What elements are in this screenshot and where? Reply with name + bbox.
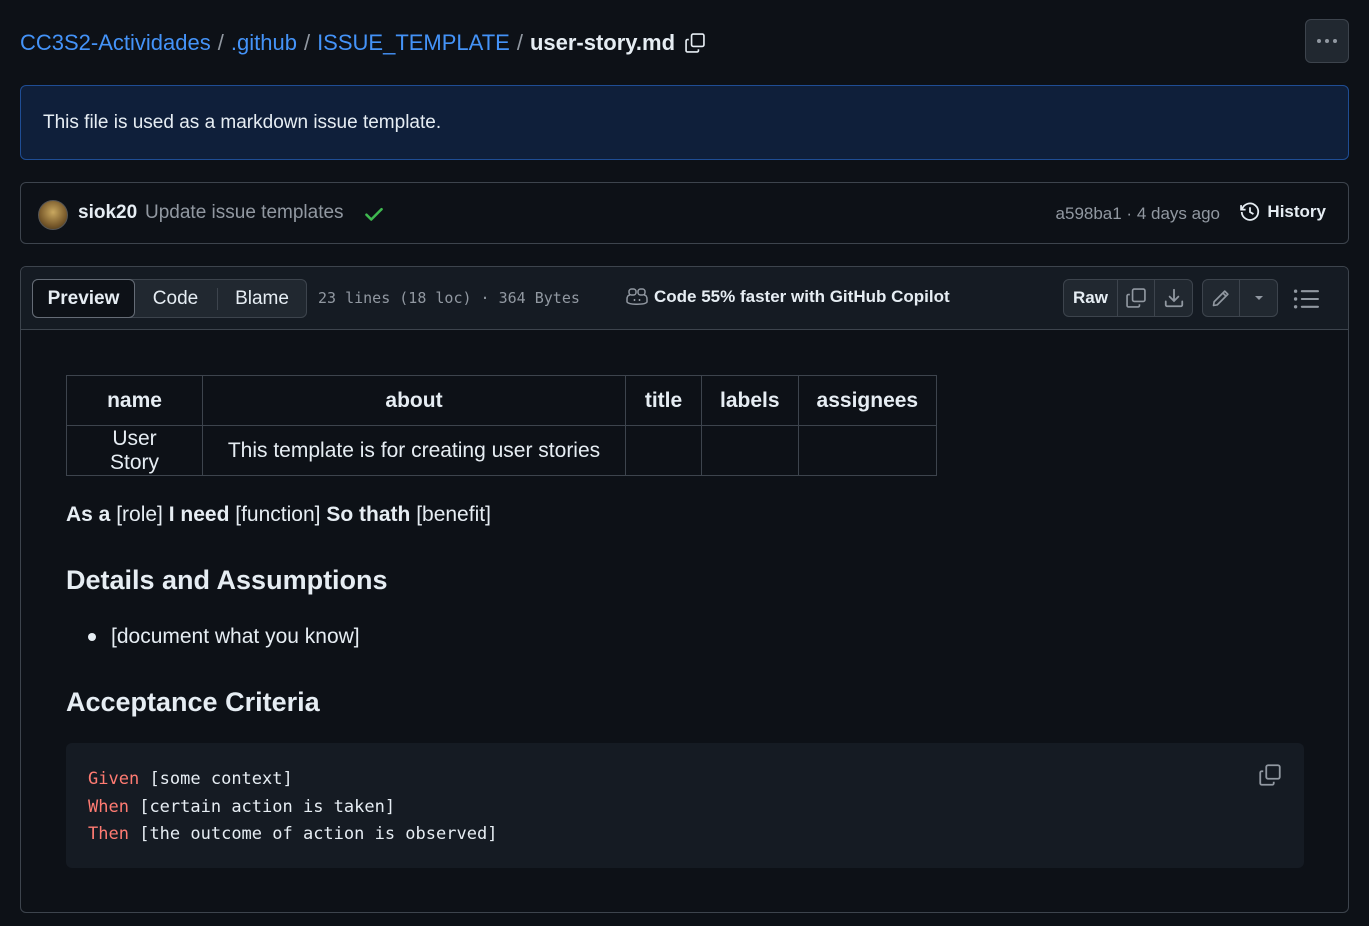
- code-keyword: Given: [88, 769, 140, 789]
- breadcrumb: CC3S2-Actividades / .github / ISSUE_TEMP…: [20, 28, 707, 58]
- check-icon[interactable]: [363, 203, 385, 225]
- breadcrumb-separator: /: [516, 30, 523, 55]
- history-button[interactable]: History: [1239, 201, 1326, 223]
- code-keyword: When: [88, 796, 129, 817]
- tab-blame[interactable]: Blame: [218, 280, 306, 317]
- copy-icon[interactable]: [1258, 763, 1282, 787]
- list-item-text: [document what you know]: [111, 625, 360, 648]
- commit-message-link[interactable]: Update issue templates: [145, 202, 344, 224]
- code-content: Given [some context] When [certain actio…: [88, 766, 497, 849]
- avatar[interactable]: [38, 200, 68, 230]
- code-block: Given [some context] When [certain actio…: [66, 743, 1304, 868]
- view-mode-tabs: Preview Code Blame: [32, 279, 307, 318]
- list-unordered-icon[interactable]: [1293, 287, 1319, 311]
- copy-icon: [685, 33, 705, 53]
- edit-actions-group: [1202, 279, 1278, 317]
- table-header-cell: labels: [701, 375, 799, 426]
- breadcrumb-issue-template-link[interactable]: ISSUE_TEMPLATE: [317, 30, 510, 56]
- table-header-row: name about title labels assignees: [66, 375, 938, 426]
- acceptance-heading: Acceptance Criteria: [66, 687, 320, 717]
- table-cell: [625, 425, 702, 476]
- table-cell: [797, 425, 938, 476]
- history-label: History: [1267, 202, 1326, 221]
- download-raw-button[interactable]: [1155, 280, 1192, 316]
- table-header-cell: assignees: [797, 375, 938, 426]
- copy-raw-button[interactable]: [1118, 280, 1155, 316]
- table-row: User Story This template is for creating…: [66, 425, 938, 476]
- copilot-promo-text: Code 55% faster with GitHub Copilot: [654, 287, 950, 306]
- raw-actions-group: Raw: [1063, 279, 1193, 317]
- table-cell: This template is for creating user stori…: [202, 425, 626, 476]
- edit-file-button[interactable]: [1203, 280, 1240, 316]
- list-item: [document what you know]: [88, 625, 360, 649]
- tab-preview[interactable]: Preview: [32, 279, 135, 318]
- history-icon: [1240, 202, 1260, 221]
- story-function: [function]: [235, 503, 321, 526]
- breadcrumb-separator: /: [303, 30, 311, 55]
- more-options-button[interactable]: [1305, 19, 1349, 63]
- table-cell: User Story: [66, 425, 203, 476]
- code-keyword: Then: [88, 824, 129, 844]
- breadcrumb-github-link[interactable]: .github: [231, 30, 297, 56]
- file-header: Preview Code Blame 23 lines (18 loc) · 3…: [21, 267, 1348, 330]
- triangle-down-icon: [1254, 296, 1263, 300]
- story-as-a: As a: [66, 503, 111, 526]
- frontmatter-table: name about title labels assignees User S…: [66, 375, 938, 476]
- breadcrumb-repo-link[interactable]: CC3S2-Actividades: [20, 30, 211, 56]
- tab-code[interactable]: Code: [134, 280, 217, 317]
- copy-icon: [1126, 288, 1146, 308]
- download-icon: [1164, 288, 1183, 308]
- file-viewer: Preview Code Blame 23 lines (18 loc) · 3…: [20, 266, 1349, 913]
- table-header-cell: about: [202, 375, 626, 426]
- code-text: [certain action is taken]: [139, 796, 396, 817]
- file-info: 23 lines (18 loc) · 364 Bytes: [318, 289, 580, 307]
- table-header-cell: name: [66, 375, 203, 426]
- table-header-cell: title: [625, 375, 702, 426]
- breadcrumb-current-file: user-story.md: [529, 30, 676, 55]
- bullet-dot: [88, 633, 96, 641]
- edit-options-dropdown[interactable]: [1240, 280, 1277, 316]
- kebab-icon: [1317, 39, 1337, 43]
- code-text: [some context]: [149, 769, 293, 789]
- code-text: [the outcome of action is observed]: [139, 824, 498, 844]
- story-i-need: I need: [168, 503, 230, 526]
- copy-path-button[interactable]: [683, 31, 707, 55]
- copilot-icon: [626, 288, 648, 305]
- story-so-thath: So thath: [326, 503, 411, 526]
- template-info-text: This file is used as a markdown issue te…: [43, 111, 442, 133]
- raw-button[interactable]: Raw: [1064, 280, 1118, 316]
- latest-commit-box: siok20 Update issue templates a598ba1 · …: [20, 182, 1349, 244]
- copilot-promo-link[interactable]: Code 55% faster with GitHub Copilot: [626, 287, 950, 307]
- commit-author-link[interactable]: siok20: [78, 202, 137, 224]
- template-info-banner: This file is used as a markdown issue te…: [20, 85, 1349, 160]
- story-role: [role]: [116, 503, 163, 526]
- pencil-icon: [1212, 290, 1229, 307]
- details-heading: Details and Assumptions: [66, 565, 388, 595]
- story-benefit: [benefit]: [416, 503, 491, 526]
- user-story-sentence: As a [role] I need [function] So thath […: [66, 503, 491, 527]
- table-cell: [701, 425, 799, 476]
- commit-meta[interactable]: a598ba1 · 4 days ago: [1056, 204, 1220, 224]
- breadcrumb-separator: /: [217, 30, 224, 55]
